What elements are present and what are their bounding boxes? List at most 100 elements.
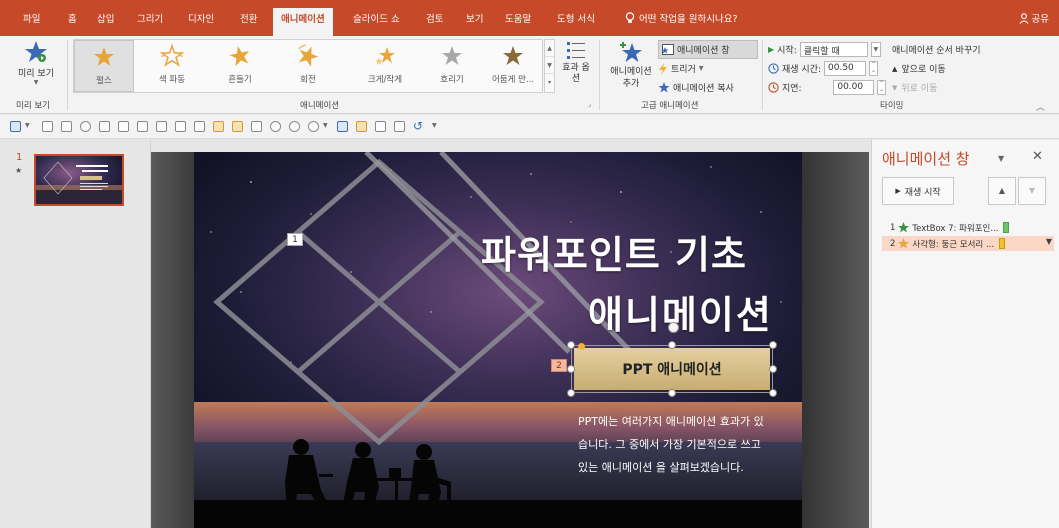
move-down-button[interactable]: ▼ (1018, 177, 1046, 205)
chevron-down-icon[interactable]: ▼ (323, 122, 328, 129)
align-icon[interactable] (99, 121, 110, 132)
item-label: 사각형: 둥근 모서리 ... (912, 239, 995, 250)
tab-help[interactable]: 도움말 (505, 11, 531, 25)
tab-draw[interactable]: 그리기 (137, 11, 163, 25)
move-earlier-button[interactable]: ▲ 앞으로 이동 (892, 59, 1022, 78)
slide-body-text[interactable]: PPT에는 여러가지 애니메이션 효과가 있 습니다. 그 중에서 가장 기본적… (578, 410, 793, 479)
tab-view[interactable]: 보기 (466, 11, 483, 25)
resize-handle[interactable] (567, 365, 575, 373)
preview-star-icon (24, 40, 48, 64)
gallery-scroll[interactable]: ▲ ▼ ▾ (544, 39, 555, 93)
resize-handle[interactable] (769, 341, 777, 349)
tab-home[interactable]: 홈 (68, 11, 77, 25)
slide-title-line1[interactable]: 파워포인트 기초 (481, 224, 747, 279)
animation-order-tag-2[interactable]: 2 (551, 359, 567, 372)
outline-icon[interactable] (232, 121, 243, 132)
effect-options-button[interactable]: 효과 옵션 (558, 40, 594, 85)
tab-design[interactable]: 디자인 (188, 11, 214, 25)
resize-handle[interactable] (769, 365, 777, 373)
tab-insert[interactable]: 삽입 (97, 11, 114, 25)
resize-handle[interactable] (769, 389, 777, 397)
duration-input[interactable]: 00.50 (824, 61, 867, 76)
move-later-button[interactable]: ▼ 뒤로 이동 (892, 78, 1022, 97)
group-label-timing: 타이밍 (880, 101, 904, 111)
tab-shape-format[interactable]: 도형 서식 (557, 11, 595, 25)
chevron-down-icon[interactable]: ▼ (25, 122, 30, 129)
resize-handle[interactable] (567, 341, 575, 349)
slide-thumbnail[interactable] (34, 154, 124, 206)
advanced-animation-list: 애니메이션 창 트리거 ▼ 애니메이션 복사 (658, 40, 758, 97)
person-icon (1019, 12, 1029, 24)
start-select[interactable]: 클릭할 때 (799, 42, 868, 57)
triangle-up-icon: ▲ (998, 186, 1006, 195)
trigger-button[interactable]: 트리거 ▼ (658, 59, 758, 78)
close-icon[interactable]: ✕ (1032, 149, 1043, 164)
animation-pane-button[interactable]: 애니메이션 창 (658, 40, 758, 59)
effect-grow-shrink[interactable]: 크게/작게 (349, 40, 421, 92)
slide-title-line2[interactable]: 애니메이션 (588, 284, 773, 339)
dialog-launcher-icon[interactable]: ⌟ (588, 100, 591, 108)
add-animation-button[interactable]: 애니메이션 추가 (605, 40, 657, 90)
tell-me-box[interactable]: 어떤 작업을 원하시나요? (625, 11, 737, 25)
animation-list-item-selected[interactable]: 2 사각형: 둥근 모서리 ... ▼ (882, 236, 1054, 251)
preview-button[interactable]: 미리 보기 ▼ (12, 40, 60, 86)
resize-handle[interactable] (668, 341, 676, 349)
gallery-down-icon[interactable]: ▼ (545, 57, 554, 74)
resize-handle[interactable] (668, 389, 676, 397)
effect-desaturate[interactable]: 흐리기 (422, 40, 482, 92)
grid-icon[interactable] (251, 121, 262, 132)
gallery-more-icon[interactable]: ▾ (545, 74, 554, 91)
oval-shape-icon[interactable] (289, 121, 300, 132)
tab-review[interactable]: 검토 (426, 11, 443, 25)
play-icon: ▶ (895, 187, 901, 195)
move-up-button[interactable]: ▲ (988, 177, 1016, 205)
delay-spinner-icon[interactable]: ⌃ ⌄ (877, 80, 886, 95)
circle-shape-icon[interactable] (270, 121, 281, 132)
delay-input[interactable]: 00.00 (833, 80, 875, 95)
slide-canvas[interactable]: 1 파워포인트 기초 애니메이션 2 PPT 애니메이션 PPT에는 여러가지 … (151, 152, 869, 528)
fill-icon[interactable] (213, 121, 224, 132)
open-folder-icon[interactable] (356, 121, 367, 132)
triangle-down-icon: ▼ (892, 83, 898, 92)
undo-icon[interactable]: ↺ (413, 119, 423, 133)
paste-icon[interactable] (61, 121, 72, 132)
shape-select-icon[interactable] (10, 121, 21, 132)
print-preview-icon[interactable] (394, 121, 405, 132)
group-label-advanced: 고급 애니메이션 (641, 101, 699, 111)
new-document-icon[interactable] (375, 121, 386, 132)
effect-spin[interactable]: 회전 (278, 40, 338, 92)
play-from-button[interactable]: ▶ 재생 시작 (882, 177, 954, 205)
item-number: 2 (890, 238, 896, 249)
donut-shape-icon[interactable] (308, 121, 319, 132)
bring-forward-icon[interactable] (118, 121, 129, 132)
rotation-handle[interactable] (668, 322, 679, 333)
resize-handle[interactable] (567, 389, 575, 397)
effect-darken[interactable]: 어둡게 만... (482, 40, 544, 92)
animation-list-item[interactable]: 1 TextBox 7: 파워포인... (882, 220, 1054, 235)
distribute-icon[interactable] (156, 121, 167, 132)
tab-file[interactable]: 파일 (23, 11, 40, 25)
effect-color-wave[interactable]: 색 파동 (142, 40, 202, 92)
animation-order-tag-1[interactable]: 1 (287, 233, 303, 246)
effect-teeter[interactable]: 흔들기 (210, 40, 270, 92)
item-chevron-down-icon[interactable]: ▼ (1046, 237, 1052, 246)
tab-animations[interactable]: 애니메이션 (273, 8, 333, 36)
format-icon[interactable] (194, 121, 205, 132)
tab-slideshow[interactable]: 슬라이드 쇼 (353, 11, 400, 25)
effect-pulse[interactable]: 펄스 (74, 40, 134, 92)
save-icon[interactable] (337, 121, 348, 132)
customize-toolbar-icon[interactable]: ▼ (432, 122, 437, 129)
copy-icon[interactable] (42, 121, 53, 132)
gallery-up-icon[interactable]: ▲ (545, 40, 554, 57)
start-chevron-down-icon[interactable]: ▼ (870, 42, 881, 57)
duration-spinner-icon[interactable]: ⌃ ⌄ (869, 61, 879, 76)
arrange-icon[interactable] (175, 121, 186, 132)
adjust-handle[interactable] (578, 343, 585, 350)
share-button[interactable]: 공유 (1019, 11, 1049, 25)
send-backward-icon[interactable] (137, 121, 148, 132)
collapse-ribbon-icon[interactable]: ︿ (1036, 100, 1045, 113)
pane-options-chevron-icon[interactable]: ▼ (998, 154, 1004, 163)
group-icon[interactable] (80, 121, 91, 132)
animation-painter-button[interactable]: 애니메이션 복사 (658, 78, 758, 97)
tab-transitions[interactable]: 전환 (240, 11, 257, 25)
